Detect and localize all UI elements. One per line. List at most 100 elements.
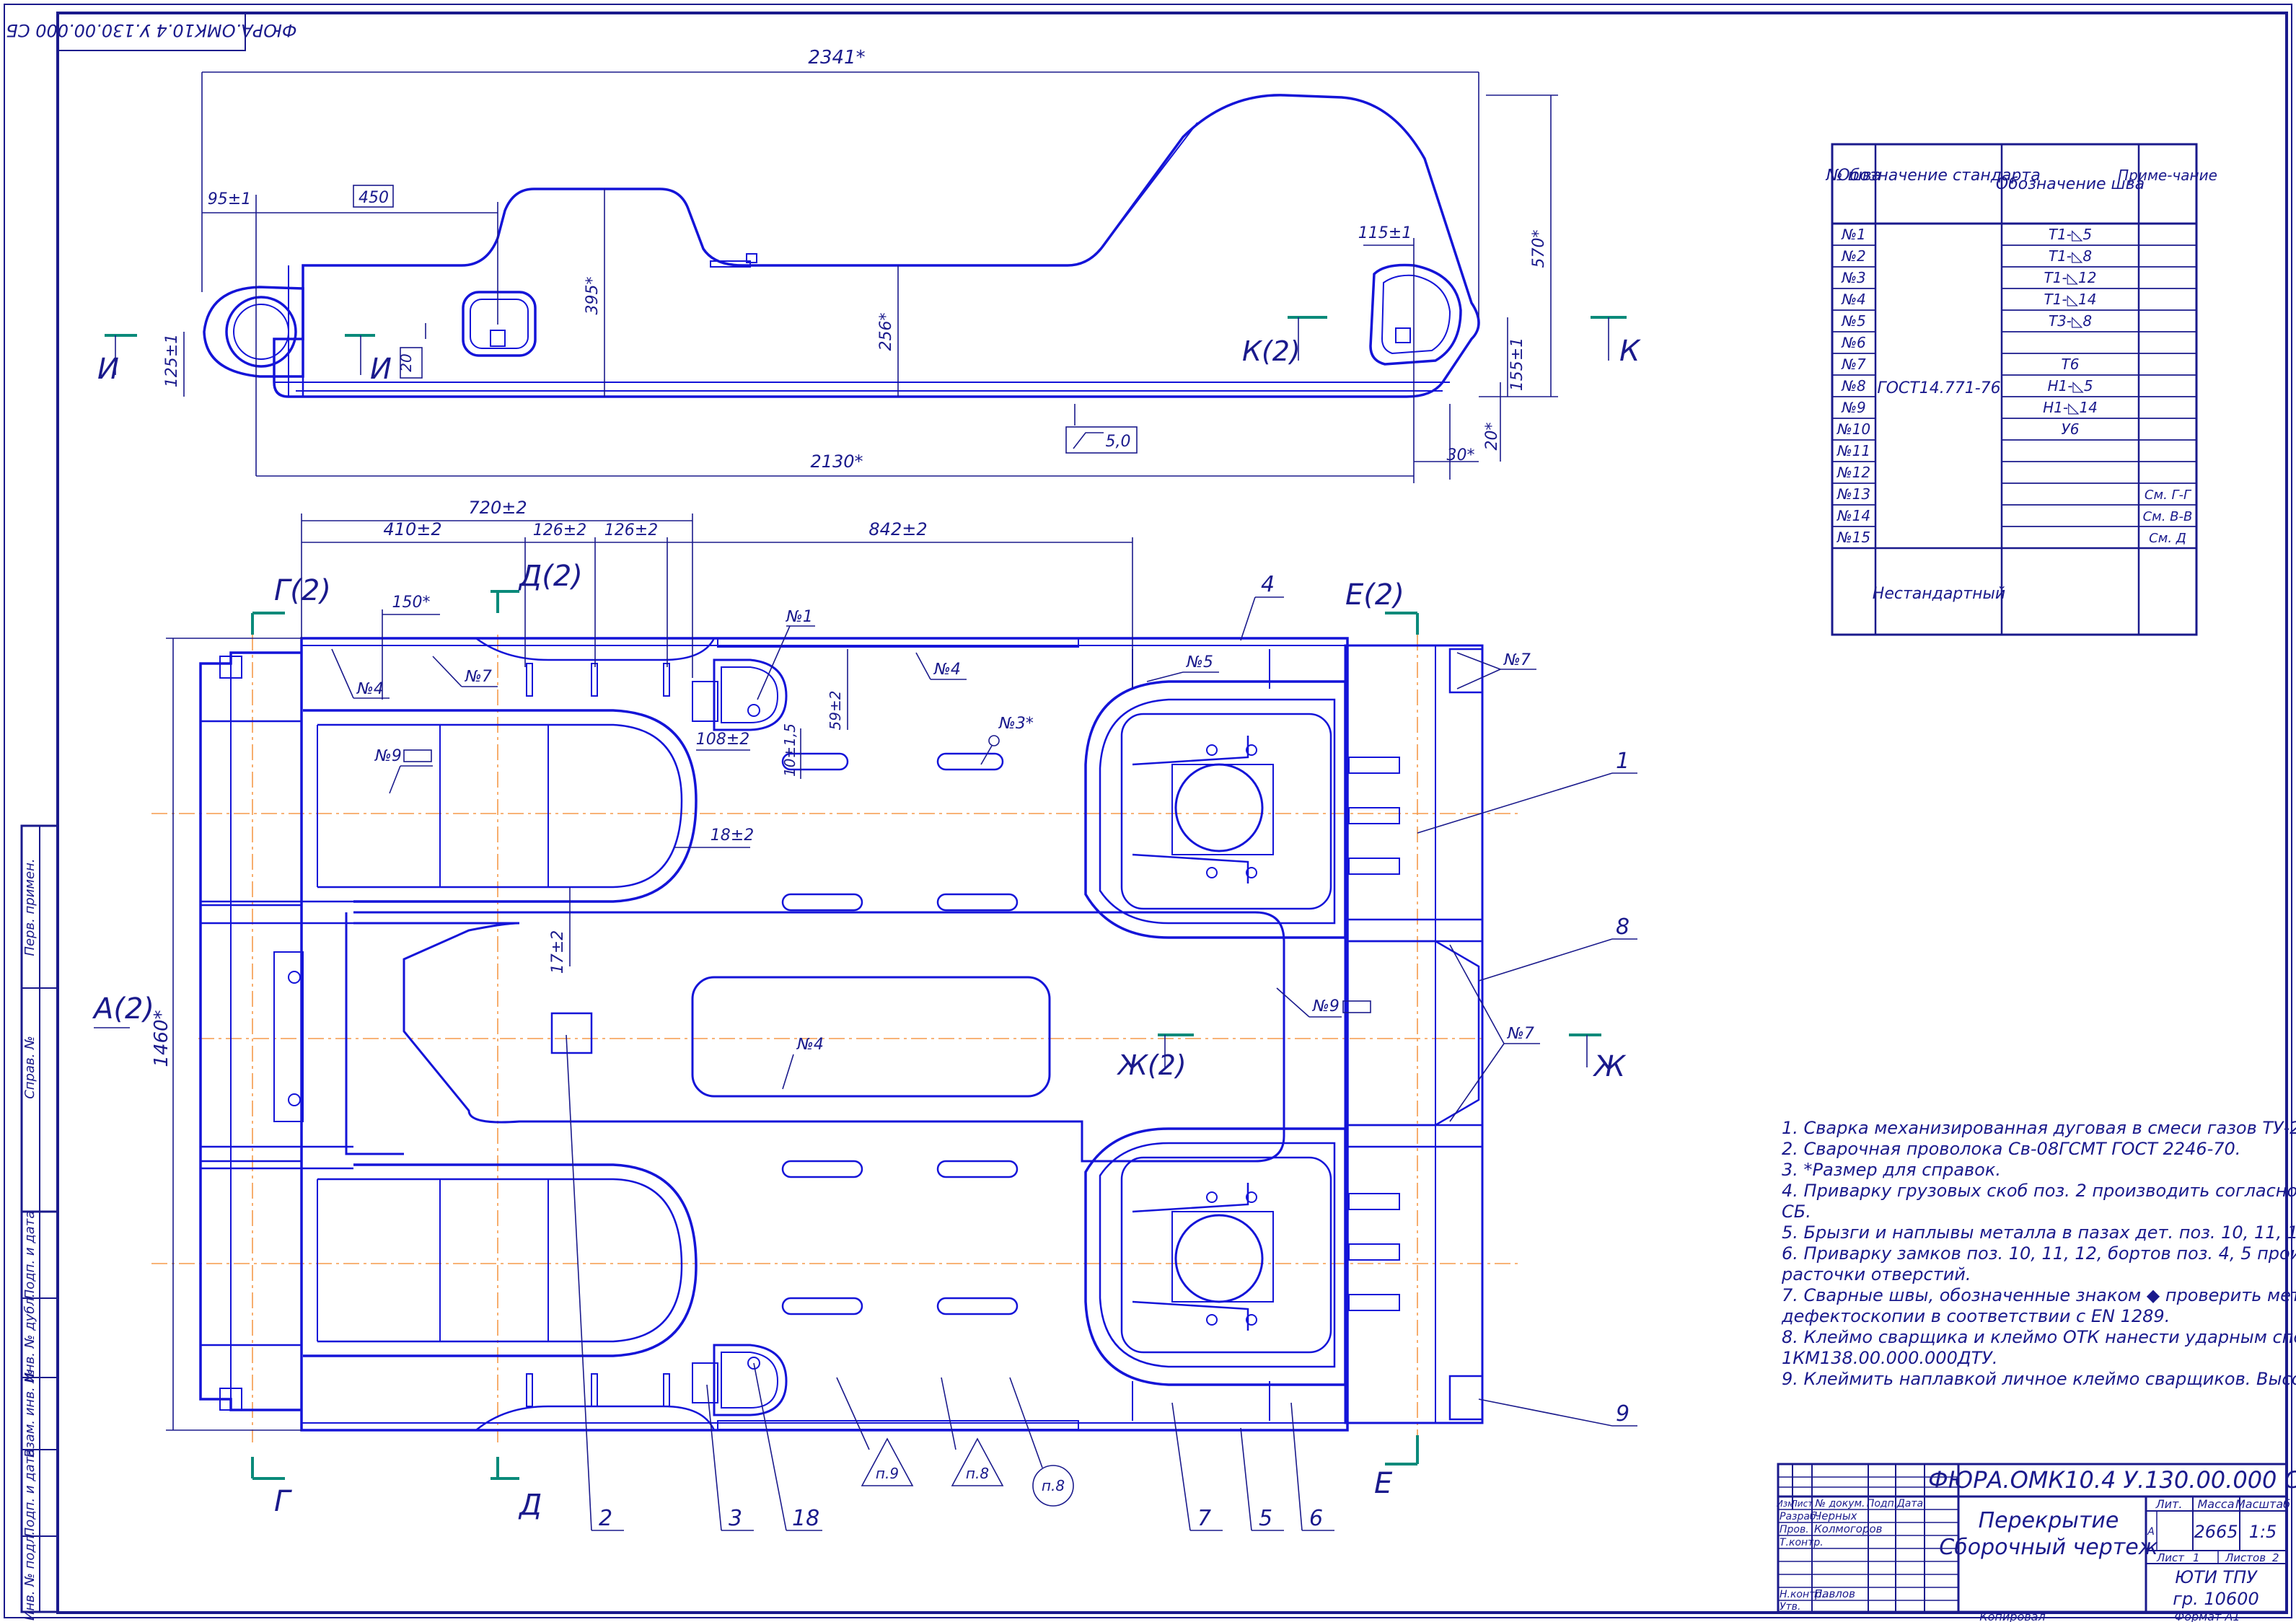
weld-label-7c: №7 (1507, 1025, 1534, 1043)
title-sheets-value: 2 (2272, 1551, 2279, 1564)
note-item: 3. *Размер для справок. (1782, 1160, 2001, 1180)
position-18: 18 (792, 1506, 819, 1531)
plan-small-square (550, 1012, 593, 1054)
position-6: 6 (1309, 1506, 1323, 1531)
dim-150: 150* (392, 594, 431, 612)
strip-podp-data-2: Подп. и дата (22, 1449, 38, 1538)
dim-59: 59±2 (827, 691, 844, 731)
section-d: Д (518, 1489, 542, 1522)
title-mass-value: 2665 (2194, 1522, 2238, 1542)
top-right-window (1369, 263, 1462, 366)
weld-table-number-cell: №14 (1837, 507, 1870, 524)
weld-label-4b: №4 (356, 680, 384, 698)
svg-text:Пров.: Пров. (1780, 1524, 1809, 1535)
title-org-1: ЮТИ ТПУ (2175, 1567, 2258, 1587)
dim-18: 18±2 (711, 827, 754, 845)
note-item: 1. Сварка механизированная дуговая в сме… (1782, 1118, 2296, 1138)
dim-right-height: 155±1 (1508, 338, 1526, 391)
svg-text:п.8: п.8 (1042, 1477, 1065, 1494)
svg-text:Дата: Дата (1896, 1498, 1923, 1509)
weld-table-number-cell: №1 (1841, 226, 1866, 243)
plan-lower-u-rail (303, 1163, 698, 1357)
weld-label-9b: №9 (1312, 997, 1340, 1015)
note-item: 6. Приварку замков поз. 10, 11, 12, борт… (1781, 1243, 2296, 1284)
dim-base-length: 2130* (810, 451, 863, 472)
weld-table-number-cell: №6 (1841, 334, 1866, 351)
dim-right-offset: 115±1 (1358, 224, 1412, 242)
position-1: 1 (1616, 749, 1629, 774)
weld-label-4a: №4 (933, 661, 961, 679)
top-view: 2341* 95±1 450 395* 256* 570* 115±1 155±… (97, 47, 1641, 483)
weld-table-mark-cell: Т1-◺12 (2044, 269, 2097, 286)
weld-table-remark-cell: См. Д (2149, 531, 2186, 546)
svg-text:№ докум.: № докум. (1814, 1498, 1865, 1509)
dim-126b: 126±2 (604, 521, 658, 539)
plan-lock-housing-top (1084, 680, 1347, 939)
weld-table-mark-cell: Т1-◺5 (2049, 226, 2092, 243)
plan-lifting-bracket-bottom (692, 1344, 788, 1416)
weld-table-standard-gost: ГОСТ14.771-76 (1877, 379, 2000, 397)
position-3: 3 (729, 1506, 742, 1531)
section-k2: К(2) (1242, 335, 1301, 367)
top-stamp-text: ФЮРА.ОМК10.4 У.130.00.000 СБ (6, 20, 296, 40)
title-copied: Копировал (1979, 1610, 2045, 1622)
weld-table-number-cell: №13 (1837, 485, 1870, 503)
weld-table-mark-cell: У6 (2062, 420, 2080, 438)
position-7: 7 (1197, 1506, 1211, 1531)
weld-table-number-cell: №5 (1841, 312, 1866, 330)
section-zh2: Ж(2) (1117, 1049, 1187, 1081)
weld-label-7a: №7 (465, 668, 492, 686)
svg-text:Масштаб: Масштаб (2235, 1497, 2290, 1511)
weld-label-5: №5 (1186, 653, 1213, 671)
svg-text:Подп.: Подп. (1867, 1498, 1897, 1509)
dim-total-length: 2341* (808, 47, 865, 69)
svg-text:Лист: Лист (1790, 1499, 1813, 1509)
dim-720: 720±2 (468, 498, 527, 518)
dim-box-450: 450 (359, 189, 389, 207)
weld-label-9a: №9 (374, 747, 402, 765)
dim-left-offset: 95±1 (208, 190, 251, 208)
weld-table-mark-cell: Т6 (2062, 356, 2080, 373)
svg-text:Утв.: Утв. (1780, 1601, 1800, 1613)
strip-inv-podl: Инв. № подл. (22, 1531, 38, 1621)
note-item: 4. Приварку грузовых скоб поз. 2 произво… (1782, 1181, 2296, 1222)
weld-table-number-cell: №7 (1841, 356, 1866, 373)
note-item: 9. Клеймить наплавкой личное клеймо свар… (1782, 1369, 2296, 1389)
dim-height-570: 570* (1530, 230, 1548, 268)
weld-table-number-cell: №12 (1837, 464, 1870, 481)
section-zh: Ж (1592, 1050, 1627, 1083)
dim-height-395: 395* (584, 277, 602, 315)
plan-right-end (1344, 644, 1484, 1424)
weld-table-mark-cell: Н1-◺5 (2047, 377, 2093, 395)
strip-vzam-inv: Взам. инв. № (22, 1370, 38, 1458)
dim-box-20: 20 (397, 353, 415, 371)
dim-126a: 126±2 (533, 521, 586, 539)
svg-text:Масса: Масса (2197, 1497, 2234, 1511)
plan-center-opening (691, 976, 1051, 1098)
position-9: 9 (1616, 1401, 1629, 1427)
plan-upper-u-rail (303, 709, 698, 903)
title-name-nkontr: Павлов (1814, 1587, 1855, 1600)
section-i-right: И (370, 353, 392, 386)
section-e: Е (1374, 1467, 1393, 1500)
weld-table-number-cell: №15 (1837, 529, 1870, 546)
section-i-left: И (97, 353, 119, 386)
position-5: 5 (1259, 1506, 1272, 1531)
roughness-value: 5,0 (1106, 433, 1131, 451)
title-block: ФЮРА.ОМК10.4 У.130.00.000 СБ Перекрытие … (1777, 1463, 2296, 1622)
weld-label-4c: №4 (796, 1036, 824, 1054)
weld-table-mark-cell: Н1-◺14 (2043, 399, 2098, 416)
title-scale-value: 1:5 (2249, 1522, 2277, 1542)
weld-table-number-cell: №8 (1841, 377, 1866, 395)
position-4: 4 (1261, 572, 1275, 597)
title-name-razrab: Черных (1814, 1509, 1857, 1522)
note-item: 5. Брызги и наплывы металла в пазах дет.… (1782, 1222, 2296, 1243)
title-name-line1: Перекрытие (1979, 1508, 2119, 1533)
svg-text:Т.контр.: Т.контр. (1780, 1537, 1824, 1548)
dim-410: 410±2 (383, 519, 441, 539)
weld-table: №1 Т1-◺5 №2 Т1-◺8 №3 Т1-◺12 №4 Т1-◺14 №5 Т3-◺8 №6 №… (1826, 143, 2217, 636)
title-format: Формат А1 (2174, 1610, 2240, 1622)
weld-table-mark-cell: Т3-◺8 (2049, 312, 2092, 330)
svg-text:Листов: Листов (2225, 1551, 2266, 1564)
dim-10: 10±1,5 (781, 723, 799, 777)
